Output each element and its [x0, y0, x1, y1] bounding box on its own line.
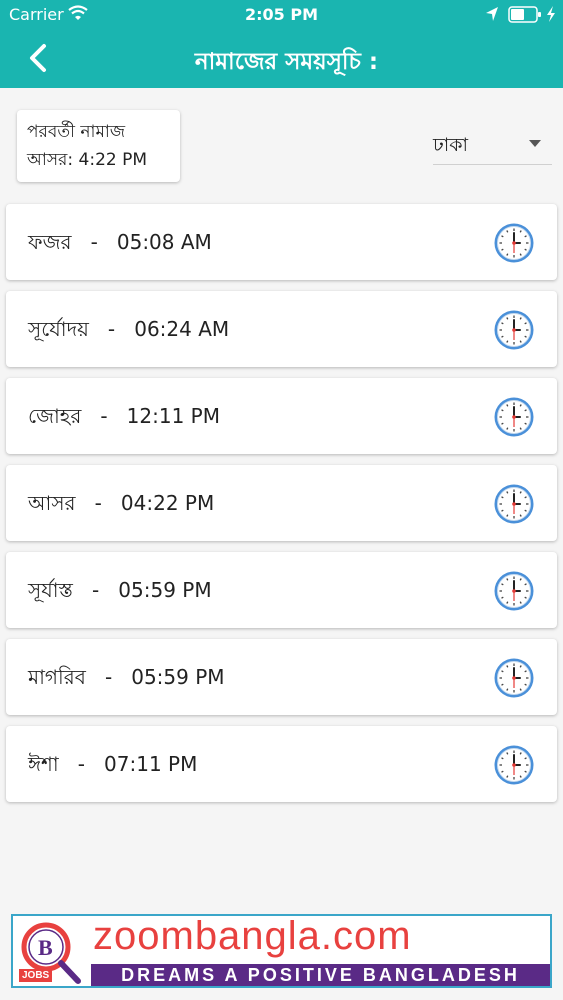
app-header: Carrier 2:05 PM নামাজের সময়সূচি :	[0, 0, 563, 88]
alarm-clock-icon[interactable]	[493, 570, 535, 612]
prayer-row-asr[interactable]: আসর - 04:22 PM	[6, 465, 557, 541]
tagline-bar: DREAMS A POSITIVE BANGLADESH	[91, 964, 550, 986]
prayer-label: মাগরিব - 05:59 PM	[28, 665, 225, 689]
prayer-row-maghrib[interactable]: মাগরিব - 05:59 PM	[6, 639, 557, 715]
zoombangla-banner[interactable]: B JOBS zoombangla.com DREAMS A POSITIVE …	[11, 914, 552, 988]
alarm-clock-icon[interactable]	[493, 483, 535, 525]
next-prayer-heading: পরবর্তী নামাজ	[27, 122, 126, 142]
clock-time: 2:05 PM	[244, 5, 318, 24]
city-selected-value: ঢাকা	[433, 134, 469, 156]
prayer-label: সূর্যাস্ত - 05:59 PM	[28, 578, 212, 602]
alarm-clock-icon[interactable]	[493, 744, 535, 786]
prayer-row-dhuhr[interactable]: জোহর - 12:11 PM	[6, 378, 557, 454]
next-prayer-card: পরবর্তী নামাজ আসর: 4:22 PM	[17, 110, 180, 182]
prayer-label: আসর - 04:22 PM	[28, 491, 215, 515]
prayer-label: জোহর - 12:11 PM	[28, 404, 220, 428]
location-arrow-icon	[486, 7, 498, 21]
brand-name: zoombangla.com	[93, 914, 412, 958]
charging-icon	[547, 6, 555, 22]
status-bar: Carrier 2:05 PM	[0, 0, 563, 30]
prayer-label: ফজর - 05:08 AM	[28, 230, 212, 254]
alarm-clock-icon[interactable]	[493, 396, 535, 438]
battery-icon	[508, 6, 541, 23]
tagline: DREAMS A POSITIVE BANGLADESH	[121, 965, 520, 985]
prayer-row-sunset[interactable]: সূর্যাস্ত - 05:59 PM	[6, 552, 557, 628]
chevron-down-icon	[529, 140, 541, 147]
prayer-label: ঈশা - 07:11 PM	[28, 752, 198, 776]
prayer-row-isha[interactable]: ঈশা - 07:11 PM	[6, 726, 557, 802]
prayer-label: সূর্যোদয় - 06:24 AM	[28, 317, 230, 341]
alarm-clock-icon[interactable]	[493, 657, 535, 699]
next-prayer-value: আসর: 4:22 PM	[27, 150, 148, 170]
prayer-row-sunrise[interactable]: সূর্যোদয় - 06:24 AM	[6, 291, 557, 367]
city-dropdown[interactable]: ঢাকা	[433, 128, 552, 165]
alarm-clock-icon[interactable]	[493, 222, 535, 264]
page-title: নামাজের সময়সূচি :	[194, 49, 379, 75]
prayer-row-fajr[interactable]: ফজর - 05:08 AM	[6, 204, 557, 280]
svg-text:B: B	[38, 935, 53, 960]
alarm-clock-icon[interactable]	[493, 309, 535, 351]
jobs-badge: JOBS	[19, 969, 53, 982]
